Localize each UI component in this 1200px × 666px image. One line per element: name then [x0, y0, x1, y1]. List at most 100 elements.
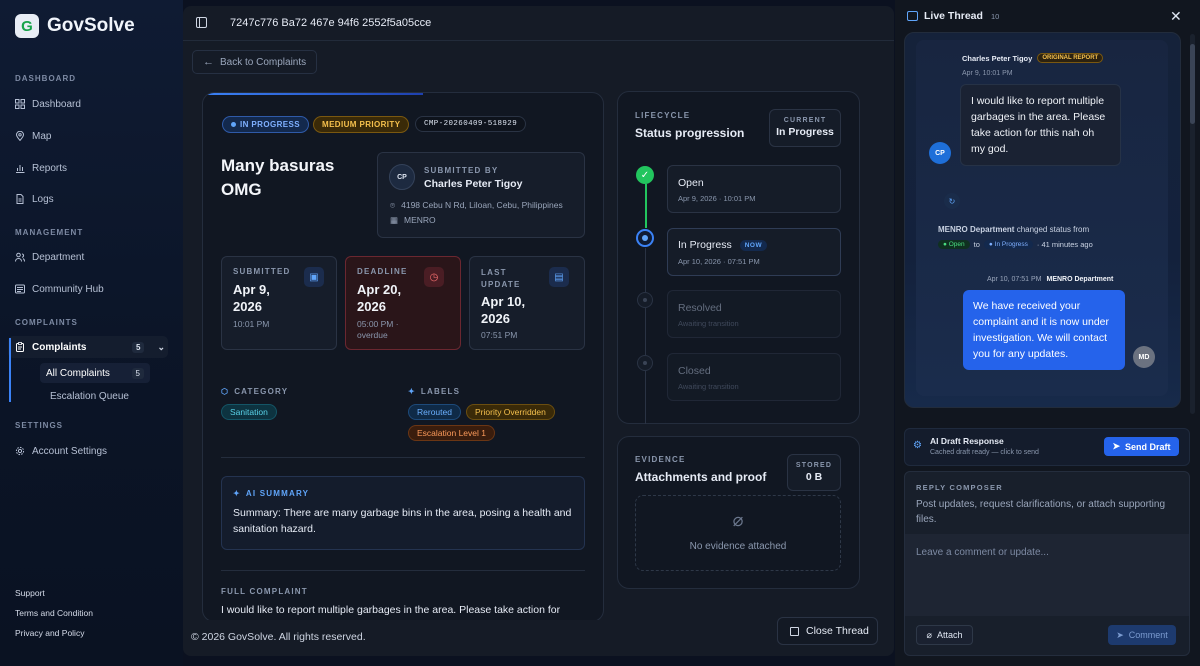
composer-help: Post updates, request clarifications, or…	[916, 499, 1166, 525]
sidebar-subitem-escalation-queue[interactable]: Escalation Queue	[50, 386, 129, 406]
title-line-1: Many basuras	[221, 156, 335, 175]
deadline-label: DEADLINE	[357, 267, 408, 276]
topbar-divider	[183, 40, 894, 41]
users-icon	[15, 252, 25, 262]
step-open: Open Apr 9, 2026 · 10:01 PM	[667, 165, 841, 213]
current-step-icon	[636, 229, 654, 247]
panel-close-icon	[790, 626, 799, 636]
comment-input[interactable]: Leave a comment or update...	[905, 534, 1189, 616]
sidebar-item-reports[interactable]: Reports	[15, 158, 67, 178]
scrollbar-thumb[interactable]	[1190, 44, 1195, 124]
complaints-count-badge: 5	[132, 341, 145, 353]
card-top-accent	[203, 93, 423, 95]
msg1-author: Charles Peter Tigoy	[962, 53, 1033, 63]
document-icon: ▤	[549, 267, 569, 287]
category-tag: Sanitation	[221, 404, 277, 420]
sidebar-item-label: All Complaints	[46, 367, 110, 379]
msg2-bubble: We have received your complaint and it i…	[963, 290, 1125, 370]
scrollbar-track[interactable]	[1190, 34, 1195, 414]
sparkle-icon: ✦	[408, 387, 416, 396]
status-change-text: changed status from	[1016, 225, 1090, 234]
tag-icon: ⬡	[221, 387, 230, 396]
timeline-connector	[645, 248, 646, 424]
file-icon	[15, 194, 25, 204]
sidebar-item-department[interactable]: Department	[15, 247, 84, 267]
divider	[221, 457, 585, 458]
sidebar-toggle-icon[interactable]	[196, 17, 207, 28]
chat-icon	[907, 11, 918, 21]
ai-summary-text: Summary: There are many garbage bins in …	[233, 507, 572, 535]
close-thread-button[interactable]: Close Thread	[777, 617, 878, 645]
chevron-down-icon[interactable]: ⌄	[157, 342, 165, 353]
evidence-label: EVIDENCE	[635, 455, 686, 464]
status-change-dept: MENRO Department	[938, 225, 1015, 234]
to-status-text: In Progress	[994, 241, 1028, 248]
clipboard-icon	[15, 342, 25, 352]
status-badge: IN PROGRESS	[222, 116, 309, 133]
sidebar-item-label: Account Settings	[32, 445, 108, 457]
lifecycle-label: LIFECYCLE	[635, 111, 691, 120]
close-icon[interactable]: ✕	[1170, 8, 1182, 25]
from-status-text: Open	[948, 241, 965, 248]
active-indicator	[9, 338, 11, 402]
comment-button[interactable]: ➤ Comment	[1108, 625, 1176, 645]
deadline-date-line1: Apr 20,	[357, 282, 402, 297]
submitted-by-label: SUBMITTED BY	[424, 166, 499, 175]
to-status-badge: ● In Progress	[983, 240, 1033, 249]
status-change-ago: · 41 minutes ago	[1036, 240, 1093, 249]
submitted-time: 10:01 PM	[233, 319, 270, 329]
last-update-label: LAST UPDATE	[481, 267, 521, 291]
app-name: GovSolve	[47, 15, 135, 36]
sidebar-item-complaints[interactable]: Complaints 5 ⌄	[15, 337, 165, 357]
bar-chart-icon	[15, 163, 25, 173]
sidebar-item-label: Department	[32, 251, 85, 263]
step-name: Closed	[678, 365, 711, 377]
map-pin-icon	[15, 131, 25, 141]
sidebar-item-dashboard[interactable]: Dashboard	[15, 94, 81, 114]
back-to-complaints-button[interactable]: ← Back to Complaints	[192, 50, 317, 74]
department-row: ▦ MENRO	[390, 215, 436, 226]
sidebar-subitem-all-complaints[interactable]: All Complaints 5	[40, 363, 150, 383]
comment-label: Comment	[1128, 630, 1168, 640]
sidebar-item-map[interactable]: Map	[15, 126, 51, 146]
last-update-label-2: UPDATE	[481, 280, 521, 289]
submitter-avatar: CP	[389, 164, 415, 190]
pending-step-icon	[637, 292, 653, 308]
ai-summary-label: AI SUMMARY	[245, 489, 310, 498]
newspaper-icon	[15, 284, 25, 294]
label-tag-priority-overridden: Priority Overridden	[466, 404, 555, 420]
full-complaint-text: I would like to report multiple garbages…	[221, 604, 561, 616]
submitted-date: Apr 9, 2026	[233, 281, 270, 315]
msg1-bubble: I would like to report multiple garbages…	[960, 84, 1121, 166]
sidebar-item-label: Dashboard	[32, 98, 81, 110]
full-complaint-label: FULL COMPLAINT	[221, 587, 308, 596]
overdue-text: overdue	[357, 330, 388, 340]
sidebar-item-logs[interactable]: Logs	[15, 189, 54, 209]
sidebar-item-community-hub[interactable]: Community Hub	[15, 279, 104, 299]
terms-link[interactable]: Terms and Condition	[15, 608, 93, 618]
sidebar-item-label: Complaints	[32, 341, 87, 353]
comment-placeholder: Leave a comment or update...	[916, 547, 1049, 558]
refresh-icon: ↻	[944, 193, 960, 209]
sidebar-item-account-settings[interactable]: Account Settings	[15, 441, 107, 461]
ai-summary-heading: ✦ AI SUMMARY	[233, 489, 309, 498]
submitted-label: SUBMITTED	[233, 267, 291, 276]
evidence-title: Attachments and proof	[635, 470, 767, 484]
from-status-badge: ● Open	[938, 240, 970, 249]
to-word: to	[973, 240, 980, 249]
evidence-dropzone[interactable]: ⌀ No evidence attached	[635, 495, 841, 571]
composer-label: REPLY COMPOSER	[916, 483, 1003, 492]
msg1-header: Charles Peter Tigoy ORIGINAL REPORT	[962, 53, 1104, 63]
privacy-link[interactable]: Privacy and Policy	[15, 628, 84, 638]
send-draft-button[interactable]: ➤ Send Draft	[1104, 437, 1179, 456]
department-text: MENRO	[404, 215, 436, 225]
no-evidence-text: No evidence attached	[689, 541, 787, 552]
send-draft-label: Send Draft	[1125, 441, 1171, 452]
attach-label: Attach	[936, 630, 963, 640]
sidebar-item-label: Map	[32, 130, 52, 142]
divider	[221, 570, 585, 571]
attach-button[interactable]: ⌀ Attach	[916, 625, 973, 645]
status-text: IN PROGRESS	[240, 120, 300, 129]
support-link[interactable]: Support	[15, 588, 45, 598]
priority-badge: MEDIUM PRIORITY	[313, 116, 410, 133]
